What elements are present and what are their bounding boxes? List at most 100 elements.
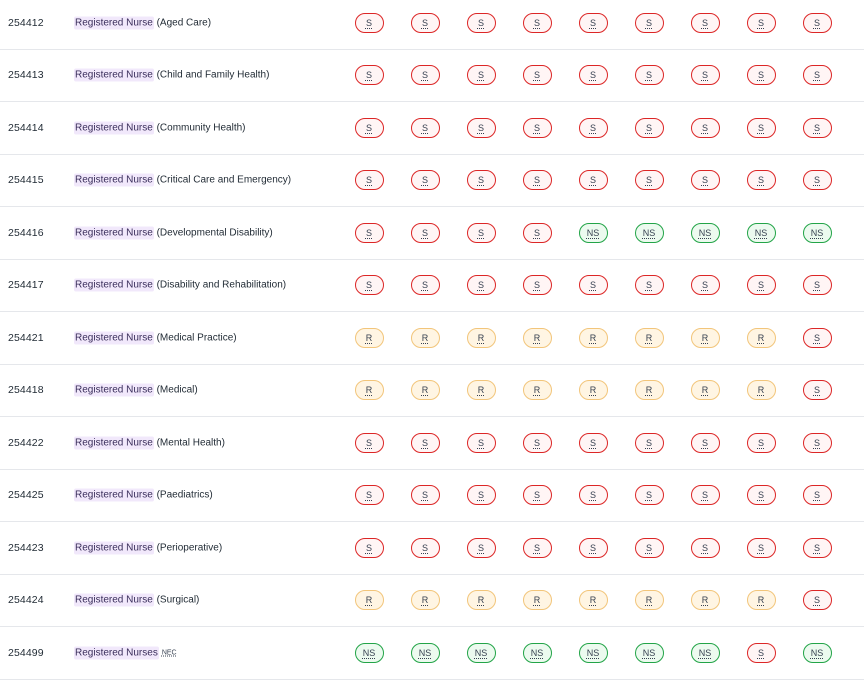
status-badge[interactable]: S (690, 275, 720, 296)
status-badge[interactable]: S (522, 65, 552, 86)
status-badge[interactable]: S (354, 432, 384, 453)
status-badge[interactable]: NS (634, 642, 664, 663)
status-badge[interactable]: S (578, 65, 608, 86)
status-badge[interactable]: S (746, 117, 776, 138)
status-badge[interactable]: S (634, 537, 664, 558)
status-badge[interactable]: S (522, 222, 552, 243)
status-badge[interactable]: R (466, 327, 496, 348)
status-badge[interactable]: S (690, 65, 720, 86)
status-badge[interactable]: S (634, 12, 664, 33)
occupation-title-link[interactable]: Registered Nurse (74, 68, 154, 82)
status-badge[interactable]: S (522, 12, 552, 33)
status-badge[interactable]: S (746, 170, 776, 191)
status-badge[interactable]: S (410, 12, 440, 33)
status-badge[interactable]: S (802, 537, 832, 558)
status-badge[interactable]: R (634, 380, 664, 401)
status-badge[interactable]: S (746, 12, 776, 33)
status-badge[interactable]: R (578, 590, 608, 611)
status-badge[interactable]: S (802, 590, 832, 611)
occupation-title-link[interactable]: Registered Nurse (74, 121, 154, 135)
status-badge[interactable]: S (522, 485, 552, 506)
status-badge[interactable]: S (746, 432, 776, 453)
status-badge[interactable]: S (746, 65, 776, 86)
occupation-title-link[interactable]: Registered Nurse (74, 541, 154, 555)
status-badge[interactable]: S (410, 275, 440, 296)
status-badge[interactable]: S (578, 432, 608, 453)
status-badge[interactable]: R (410, 327, 440, 348)
status-badge[interactable]: R (354, 380, 384, 401)
nec-abbreviation[interactable]: NEC (162, 649, 177, 656)
status-badge[interactable]: NS (354, 642, 384, 663)
status-badge[interactable]: R (634, 590, 664, 611)
status-badge[interactable]: S (410, 537, 440, 558)
status-badge[interactable]: R (354, 327, 384, 348)
status-badge[interactable]: S (466, 65, 496, 86)
status-badge[interactable]: NS (634, 222, 664, 243)
status-badge[interactable]: NS (802, 642, 832, 663)
status-badge[interactable]: S (578, 275, 608, 296)
status-badge[interactable]: R (354, 590, 384, 611)
status-badge[interactable]: S (746, 275, 776, 296)
occupation-title-link[interactable]: Registered Nurse (74, 488, 154, 502)
status-badge[interactable]: R (410, 380, 440, 401)
status-badge[interactable]: S (522, 537, 552, 558)
status-badge[interactable]: S (410, 117, 440, 138)
status-badge[interactable]: R (578, 327, 608, 348)
status-badge[interactable]: NS (578, 642, 608, 663)
status-badge[interactable]: S (634, 170, 664, 191)
status-badge[interactable]: S (522, 170, 552, 191)
occupation-title-link[interactable]: Registered Nurse (74, 593, 154, 607)
status-badge[interactable]: S (354, 537, 384, 558)
status-badge[interactable]: R (746, 590, 776, 611)
status-badge[interactable]: S (522, 275, 552, 296)
occupation-title-link[interactable]: Registered Nurse (74, 226, 154, 240)
status-badge[interactable]: R (746, 327, 776, 348)
status-badge[interactable]: S (802, 380, 832, 401)
status-badge[interactable]: S (578, 170, 608, 191)
status-badge[interactable]: R (578, 380, 608, 401)
status-badge[interactable]: S (746, 485, 776, 506)
status-badge[interactable]: S (466, 170, 496, 191)
status-badge[interactable]: S (578, 537, 608, 558)
occupation-title-link[interactable]: Registered Nurse (74, 331, 154, 345)
status-badge[interactable]: S (690, 117, 720, 138)
occupation-title-link[interactable]: Registered Nurses (74, 646, 159, 660)
status-badge[interactable]: R (522, 380, 552, 401)
status-badge[interactable]: S (746, 642, 776, 663)
status-badge[interactable]: S (466, 275, 496, 296)
occupation-title-link[interactable]: Registered Nurse (74, 16, 154, 30)
status-badge[interactable]: R (746, 380, 776, 401)
status-badge[interactable]: S (634, 485, 664, 506)
status-badge[interactable]: NS (410, 642, 440, 663)
status-badge[interactable]: S (354, 485, 384, 506)
status-badge[interactable]: S (354, 222, 384, 243)
status-badge[interactable]: NS (802, 222, 832, 243)
status-badge[interactable]: S (802, 170, 832, 191)
status-badge[interactable]: S (466, 485, 496, 506)
status-badge[interactable]: S (354, 170, 384, 191)
occupation-title-link[interactable]: Registered Nurse (74, 383, 154, 397)
status-badge[interactable]: S (802, 65, 832, 86)
status-badge[interactable]: S (634, 432, 664, 453)
status-badge[interactable]: S (522, 432, 552, 453)
status-badge[interactable]: R (690, 380, 720, 401)
status-badge[interactable]: S (466, 537, 496, 558)
status-badge[interactable]: S (466, 12, 496, 33)
status-badge[interactable]: S (690, 170, 720, 191)
status-badge[interactable]: NS (746, 222, 776, 243)
status-badge[interactable]: R (522, 327, 552, 348)
status-badge[interactable]: R (634, 327, 664, 348)
status-badge[interactable]: S (410, 222, 440, 243)
status-badge[interactable]: S (578, 12, 608, 33)
occupation-title-link[interactable]: Registered Nurse (74, 173, 154, 187)
status-badge[interactable]: S (522, 117, 552, 138)
status-badge[interactable]: S (690, 12, 720, 33)
status-badge[interactable]: NS (466, 642, 496, 663)
status-badge[interactable]: S (466, 222, 496, 243)
status-badge[interactable]: R (690, 327, 720, 348)
status-badge[interactable]: S (634, 65, 664, 86)
status-badge[interactable]: S (466, 432, 496, 453)
status-badge[interactable]: R (466, 380, 496, 401)
status-badge[interactable]: S (578, 485, 608, 506)
status-badge[interactable]: S (354, 65, 384, 86)
